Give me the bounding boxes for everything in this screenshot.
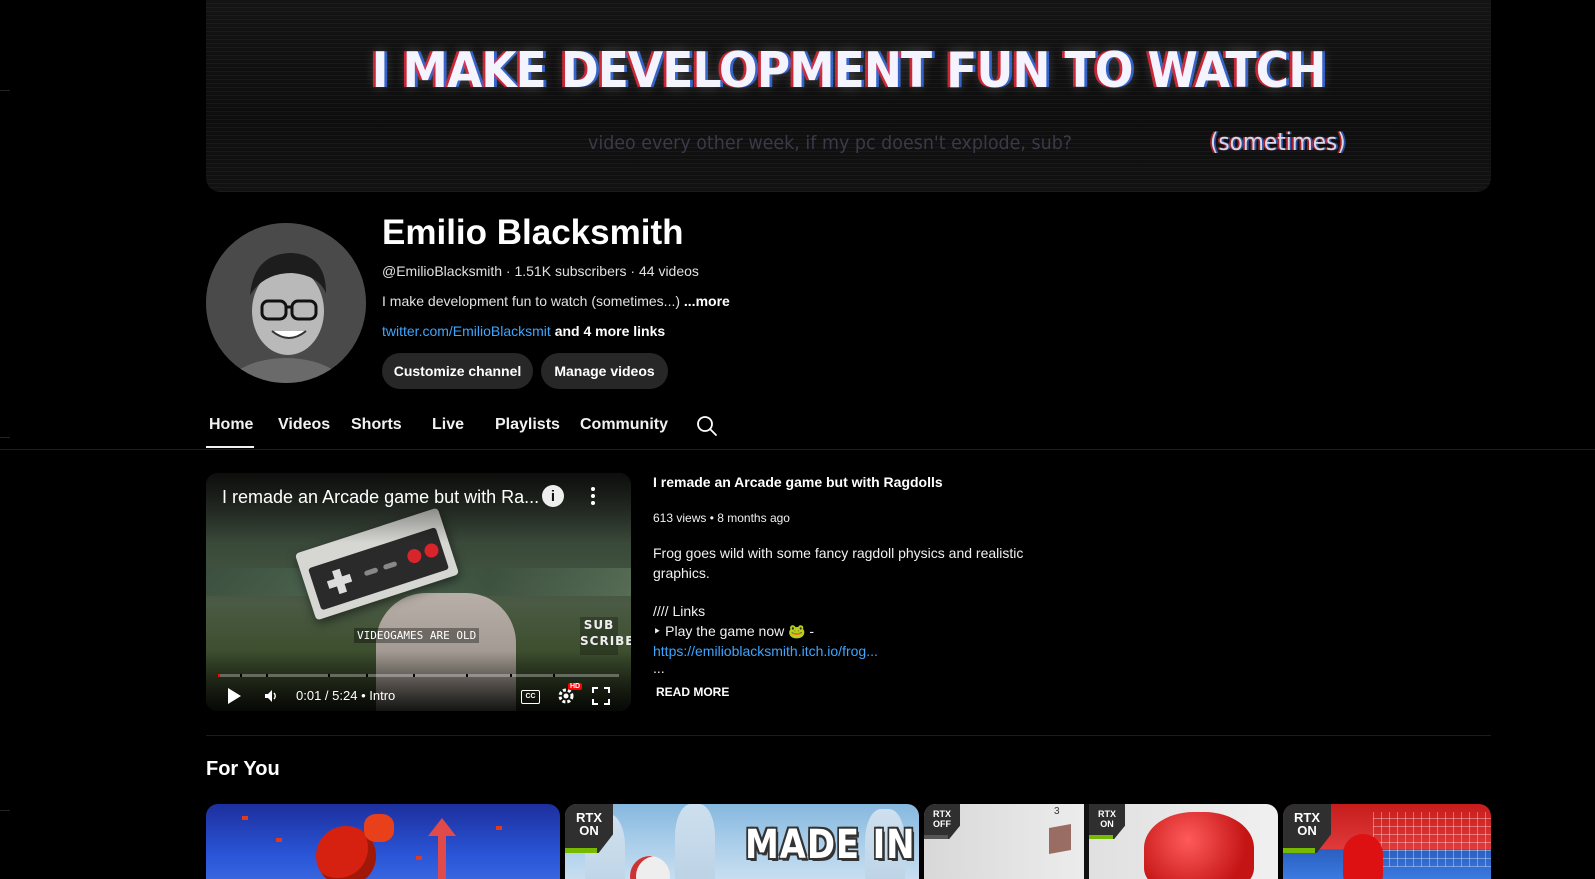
thumbnail-split <box>1084 804 1089 879</box>
more-links-button[interactable]: and 4 more links <box>555 323 665 339</box>
rtx-state: OFF <box>933 819 951 829</box>
channel-avatar[interactable] <box>206 223 366 383</box>
player-title[interactable]: I remade an Arcade game but with Ra... <box>222 487 539 508</box>
tab-playlists[interactable]: Playlists <box>495 416 560 434</box>
thumbnail-number: 3 <box>1054 806 1060 817</box>
progress-fill <box>218 674 220 677</box>
window-edge <box>0 0 10 879</box>
thumbnail-graphic <box>675 804 715 879</box>
tab-videos[interactable]: Videos <box>278 416 330 434</box>
chapter-name[interactable]: Intro <box>369 688 395 703</box>
rtx-label: RTX <box>1098 809 1116 819</box>
description-play-line: ‣ Play the game now 🐸 - <box>653 623 815 639</box>
rtx-state: ON <box>1100 819 1114 829</box>
tab-shorts[interactable]: Shorts <box>351 416 402 434</box>
rtx-state: ON <box>1297 823 1317 838</box>
meta-separator: · <box>502 263 515 279</box>
video-thumbnail[interactable]: RTX ON <box>1283 804 1491 879</box>
for-you-heading: For You <box>206 758 280 780</box>
selected-tab-indicator <box>206 446 254 448</box>
itch-link[interactable]: https://emilioblacksmith.itch.io/frog... <box>653 643 878 659</box>
channel-links: twitter.com/EmilioBlacksmit and 4 more l… <box>382 323 665 339</box>
rtx-state: ON <box>579 823 599 838</box>
thumbnail-text: MADE IN <box>745 822 916 868</box>
volume-icon[interactable] <box>264 689 278 703</box>
video-thumbnail[interactable] <box>206 804 560 879</box>
description-text: I make development fun to watch (sometim… <box>382 293 681 309</box>
progress-bar[interactable] <box>218 674 619 677</box>
manage-videos-button[interactable]: Manage videos <box>541 353 668 389</box>
thumbnail-graphic <box>364 814 394 842</box>
thumbnail-graphic <box>1373 812 1491 867</box>
tabs-divider <box>0 449 1595 450</box>
view-count: 613 views <box>653 511 707 525</box>
channel-handle: @EmilioBlacksmith <box>382 263 503 279</box>
info-icon[interactable]: i <box>542 485 564 507</box>
customize-channel-button[interactable]: Customize channel <box>382 353 533 389</box>
kebab-icon[interactable] <box>588 485 598 509</box>
hd-badge: HD <box>568 683 583 690</box>
rtx-off-badge: RTX OFF <box>924 804 960 839</box>
rtx-label: RTX <box>933 809 951 819</box>
video-count: 44 videos <box>638 263 699 279</box>
time-value: 0:01 / 5:24 <box>296 688 358 703</box>
description-ellipsis: ... <box>653 660 665 676</box>
thumbnail-graphic <box>1343 834 1383 879</box>
description-more-link[interactable]: ...more <box>684 293 730 309</box>
play-icon[interactable] <box>228 688 241 704</box>
subscriber-count: 1.51K subscribers <box>514 263 627 279</box>
description-links-header: //// Links <box>653 603 706 619</box>
thumbnail-graphic <box>496 826 502 830</box>
featured-video-title[interactable]: I remade an Arcade game but with Ragdoll… <box>653 474 943 490</box>
channel-description[interactable]: I make development fun to watch (sometim… <box>382 293 730 309</box>
video-overlay-caption: VIDEOGAMES ARE OLD <box>354 628 480 643</box>
thumbnail-graphic <box>416 856 422 860</box>
player-top-gradient <box>206 473 631 543</box>
avatar-portrait-icon <box>206 223 366 383</box>
banner-subline: video every other week, if my pc doesn't… <box>588 132 1073 154</box>
fullscreen-icon[interactable] <box>592 687 610 705</box>
video-thumbnail[interactable]: 3 RTX OFF RTX ON <box>924 804 1278 879</box>
featured-video-meta: 613 views • 8 months ago <box>653 511 790 525</box>
section-divider <box>206 735 1491 736</box>
video-thumbnail[interactable]: MADE IN RTX ON <box>565 804 919 879</box>
tab-live[interactable]: Live <box>432 416 464 434</box>
meta-separator: • <box>706 511 718 525</box>
meta-separator: · <box>626 263 639 279</box>
time-display: 0:01 / 5:24 • Intro <box>296 688 396 703</box>
cc-icon[interactable]: CC <box>521 690 540 704</box>
subscribe-watermark[interactable]: SUB SCRIBE <box>580 617 631 655</box>
featured-video-player[interactable]: VIDEOGAMES ARE OLD SUB SCRIBE I remade a… <box>206 473 631 711</box>
channel-meta: @EmilioBlacksmith · 1.51K subscribers · … <box>382 263 699 279</box>
thumbnail-graphic <box>1144 812 1254 879</box>
upload-age: 8 months ago <box>717 511 790 525</box>
featured-video-description: Frog goes wild with some fancy ragdoll p… <box>653 545 1024 581</box>
twitter-link[interactable]: twitter.com/EmilioBlacksmit <box>382 323 551 339</box>
channel-banner: I MAKE DEVELOPMENT FUN TO WATCH video ev… <box>206 0 1491 192</box>
read-more-button[interactable]: READ MORE <box>656 685 729 699</box>
thumbnail-graphic <box>242 816 248 820</box>
tab-community[interactable]: Community <box>580 416 668 434</box>
banner-aside: (sometimes) <box>1210 128 1346 156</box>
thumbnail-graphic <box>438 834 446 879</box>
thumbnail-graphic <box>276 838 282 842</box>
rtx-on-badge: RTX ON <box>1089 804 1125 839</box>
rtx-on-badge: RTX ON <box>1283 804 1331 853</box>
tab-home[interactable]: Home <box>209 416 253 434</box>
channel-name: Emilio Blacksmith <box>382 213 684 252</box>
banner-headline: I MAKE DEVELOPMENT FUN TO WATCH <box>371 42 1327 99</box>
thumbnail-graphic <box>1049 824 1071 854</box>
search-icon[interactable] <box>696 415 718 437</box>
thumbnail-graphic <box>630 856 670 879</box>
